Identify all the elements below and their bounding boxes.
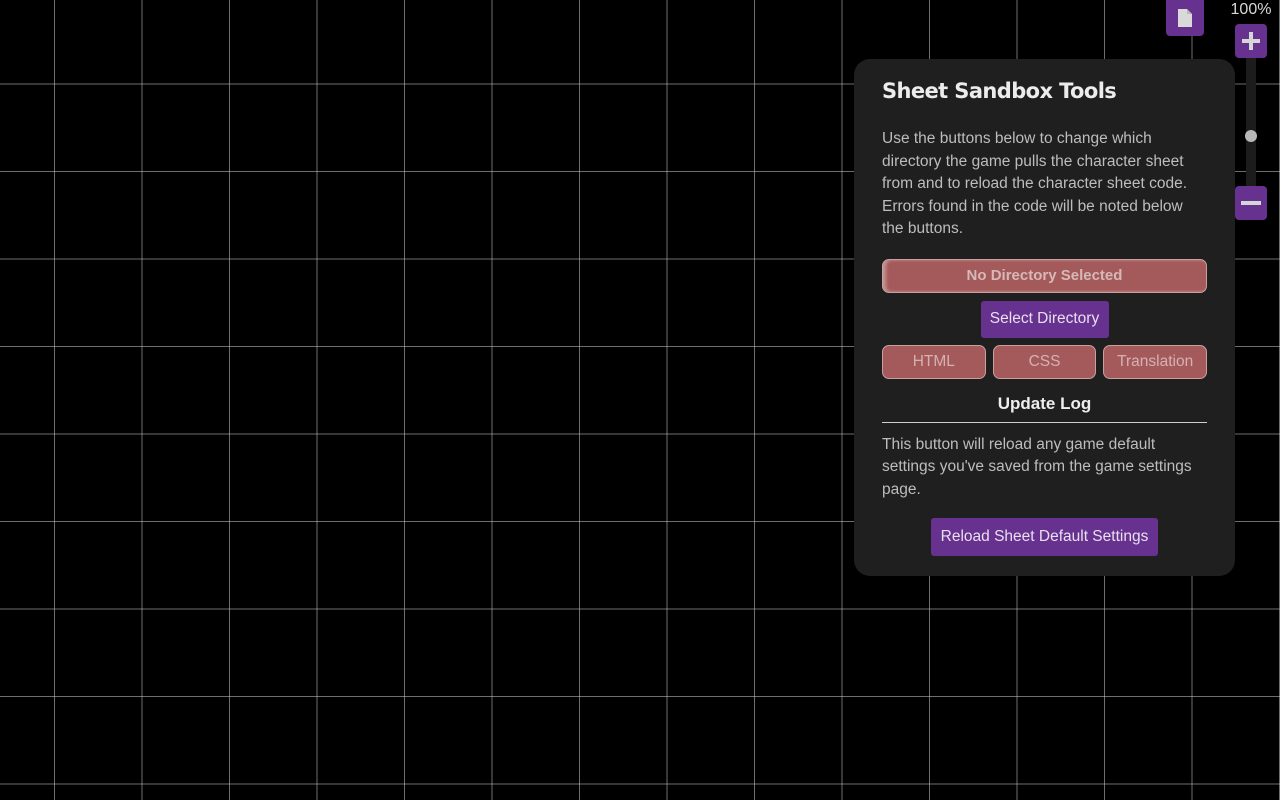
update-log-heading: Update Log — [882, 394, 1207, 423]
panel-description: Use the buttons below to change which di… — [882, 130, 1188, 237]
zoom-in-button[interactable] — [1235, 24, 1267, 58]
minus-icon — [1241, 201, 1261, 205]
sheet-document-button[interactable] — [1166, 0, 1204, 36]
plus-icon — [1242, 32, 1260, 50]
reload-html-button[interactable]: HTML — [882, 344, 986, 379]
reload-css-button[interactable]: CSS — [992, 344, 1097, 379]
reload-description: This button will reload any game default… — [882, 435, 1192, 498]
zoom-out-button[interactable] — [1235, 186, 1267, 220]
file-reload-buttons: HTML CSS Translation — [882, 344, 1208, 379]
zoom-level-label: 100% — [1230, 1, 1272, 18]
reload-default-settings-button[interactable]: Reload Sheet Default Settings — [931, 518, 1158, 556]
document-icon — [1178, 9, 1192, 27]
select-directory-button[interactable]: Select Directory — [980, 300, 1109, 338]
zoom-slider-track[interactable] — [1246, 58, 1256, 186]
directory-status-indicator: No Directory Selected — [882, 258, 1207, 293]
panel-title: Sheet Sandbox Tools — [882, 79, 1117, 103]
zoom-slider-thumb[interactable] — [1245, 129, 1257, 142]
reload-translation-button[interactable]: Translation — [1103, 344, 1208, 379]
sheet-sandbox-panel: Sheet Sandbox Tools Use the buttons belo… — [854, 59, 1235, 576]
